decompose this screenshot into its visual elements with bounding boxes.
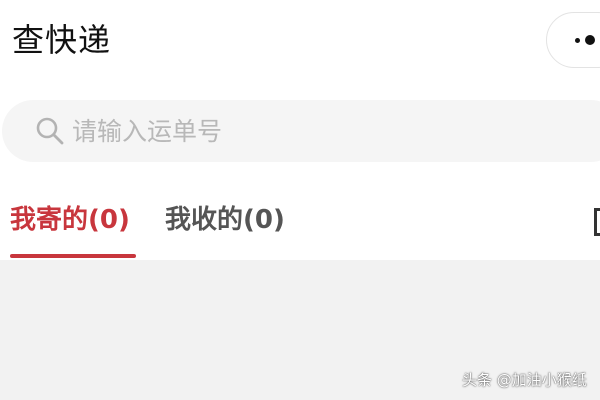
watermark-text: 头条 @加油小猴纸 (462, 371, 587, 389)
more-dots-icon (575, 38, 580, 43)
search-bar[interactable] (2, 100, 600, 162)
search-icon (36, 117, 64, 145)
tab-sent[interactable]: 我寄的(0) (10, 200, 130, 240)
mini-program-capsule-button[interactable] (546, 12, 600, 68)
tracking-number-input[interactable] (72, 110, 452, 152)
tab-received[interactable]: 我收的(0) (165, 200, 285, 240)
top-panel: 查快递 我寄的(0) 我收的(0) (0, 0, 600, 260)
page-title: 查快递 (12, 21, 112, 59)
partial-edge-icon[interactable] (594, 208, 600, 236)
more-dots-icon-large-dot (585, 35, 595, 45)
active-tab-indicator (10, 254, 136, 258)
